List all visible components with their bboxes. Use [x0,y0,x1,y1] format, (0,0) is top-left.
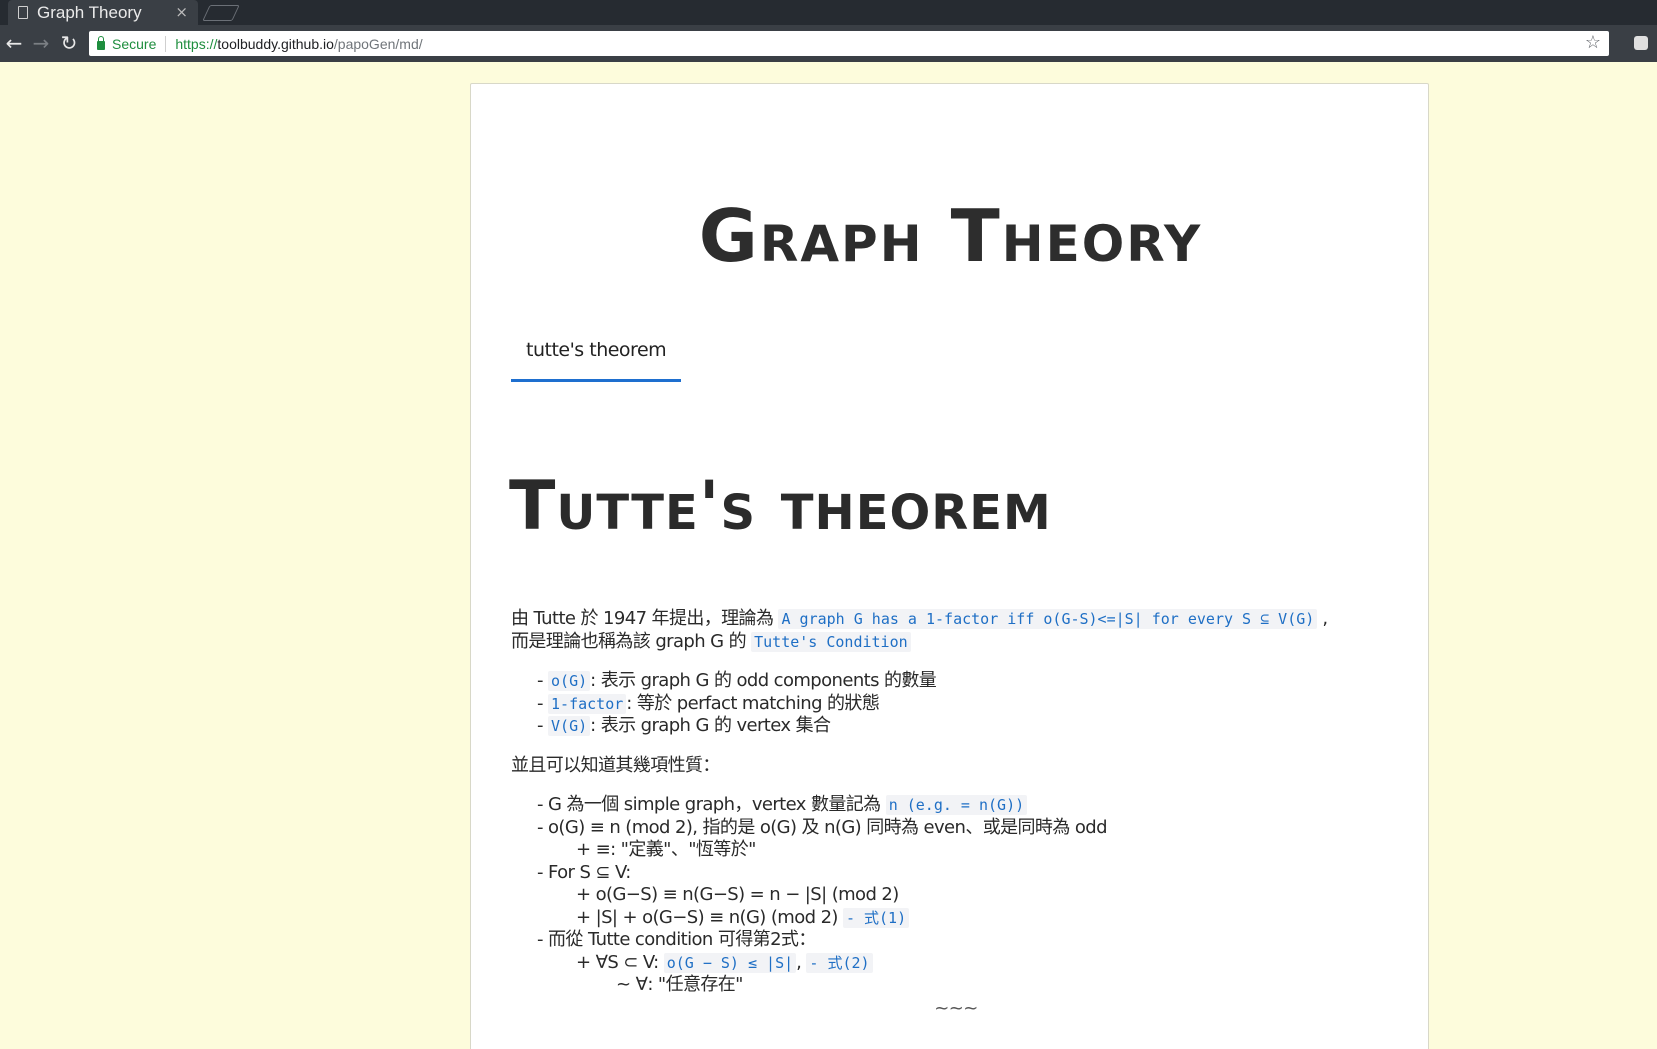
property-text: + |S| + o(G−S) ≡ n(G) (mod 2) [576,906,843,928]
list-item: - For S ⊆ V: [537,861,631,883]
new-tab-button[interactable] [202,5,240,21]
content-card: Graph Theory tutte's theorem Tutte's the… [470,83,1429,1049]
tutte-condition-code: Tutte's Condition [751,631,911,652]
browser-toolbar: ← → ↻ Secure https:// toolbuddy.github.i… [0,25,1657,62]
extension-icon[interactable] [1634,36,1648,50]
site-title: Graph Theory [698,194,1203,278]
post-title: Tutte's theorem [509,467,1052,546]
def-text: : 表示 graph G 的 vertex 集合 [590,715,831,736]
list-item: - 而從 Tutte condition 可得第2式： [537,929,816,950]
document-icon [18,6,28,19]
sub-sub-list-item: ~ ∀: "任意存在" [616,974,743,995]
intro-line-2: 而是理論也稱為該 graph G 的 Tutte's Condition [511,631,1401,654]
list-bullet: - [537,715,549,736]
reload-icon[interactable]: ↻ [59,33,79,53]
tab-tuttes-theorem[interactable]: tutte's theorem [511,339,682,382]
url-scheme: https:// [175,35,218,52]
sub-list-item: + ≡: "定義"、"恆等於" [576,839,756,860]
address-bar[interactable]: Secure https:// toolbuddy.github.io /pap… [89,31,1609,56]
list-bullet: - [537,692,549,714]
intro-line-1: 由 Tutte 於 1947 年提出，理論為 A graph G has a 1… [511,608,1401,631]
def-code: 1-factor [548,693,627,714]
close-tab-icon[interactable]: × [175,3,188,21]
post-body: 由 Tutte 於 1947 年提出，理論為 A graph G has a 1… [511,608,1401,1021]
intro-tail: , [1317,608,1328,629]
formula-2-code: - 式(2) [806,952,873,973]
divider [165,35,167,52]
def-code: V(G) [548,716,591,736]
sub-list-item: + o(G−S) ≡ n(G−S) = n − |S| (mod 2) [576,884,899,905]
comma: , [796,951,807,973]
sub-list-item: + |S| + o(G−S) ≡ n(G) (mod 2) - 式(1) [511,907,1401,930]
forward-arrow-icon[interactable]: → [31,33,51,53]
def-text: : 等於 perfact matching 的狀態 [626,692,880,714]
property-code: n (e.g. = n(G)) [885,795,1028,815]
def-code: o(G) [548,671,591,691]
url-path: /papoGen/md/ [333,35,423,52]
def-text: : 表示 graph G 的 odd components 的數量 [590,670,937,691]
inequality-code: o(G − S) ≤ |S| [663,952,797,973]
list-bullet: - [537,670,549,691]
list-item: - V(G): 表示 graph G 的 vertex 集合 [511,715,1401,738]
intro-text: 由 Tutte 於 1947 年提出，理論為 [511,608,779,629]
post-tabs: tutte's theorem [511,339,682,382]
theorem-code: A graph G has a 1-factor iff o(G-S)<=|S|… [778,609,1318,629]
property-text: - G 為一個 simple graph，vertex 數量記為 [537,794,886,815]
browser-tab[interactable]: Graph Theory × [8,0,198,25]
section-separator: ~~~ [934,997,978,1019]
formula-1-code: - 式(1) [842,907,910,928]
list-item: - o(G): 表示 graph G 的 odd components 的數量 [511,670,1401,693]
sub-list-item: + ∀S ⊂ V: o(G − S) ≤ |S|, - 式(2) [511,952,1401,975]
properties-heading: 並且可以知道其幾項性質： [511,754,720,776]
intro-text-2: 而是理論也稱為該 graph G 的 [511,630,752,652]
back-arrow-icon[interactable]: ← [4,33,24,53]
url-host: toolbuddy.github.io [217,35,334,52]
bookmark-star-icon[interactable]: ☆ [1585,32,1601,53]
lock-icon [97,35,105,50]
browser-tab-strip: Graph Theory × [0,0,1657,25]
list-item: - 1-factor: 等於 perfact matching 的狀態 [511,693,1401,716]
list-item: - G 為一個 simple graph，vertex 數量記為 n (e.g.… [511,794,1401,817]
secure-label: Secure [112,35,157,52]
property-text: + ∀S ⊂ V: [576,951,664,973]
list-item: - o(G) ≡ n (mod 2), 指的是 o(G) 及 n(G) 同時為 … [537,816,1108,838]
tab-title: Graph Theory [37,2,142,22]
